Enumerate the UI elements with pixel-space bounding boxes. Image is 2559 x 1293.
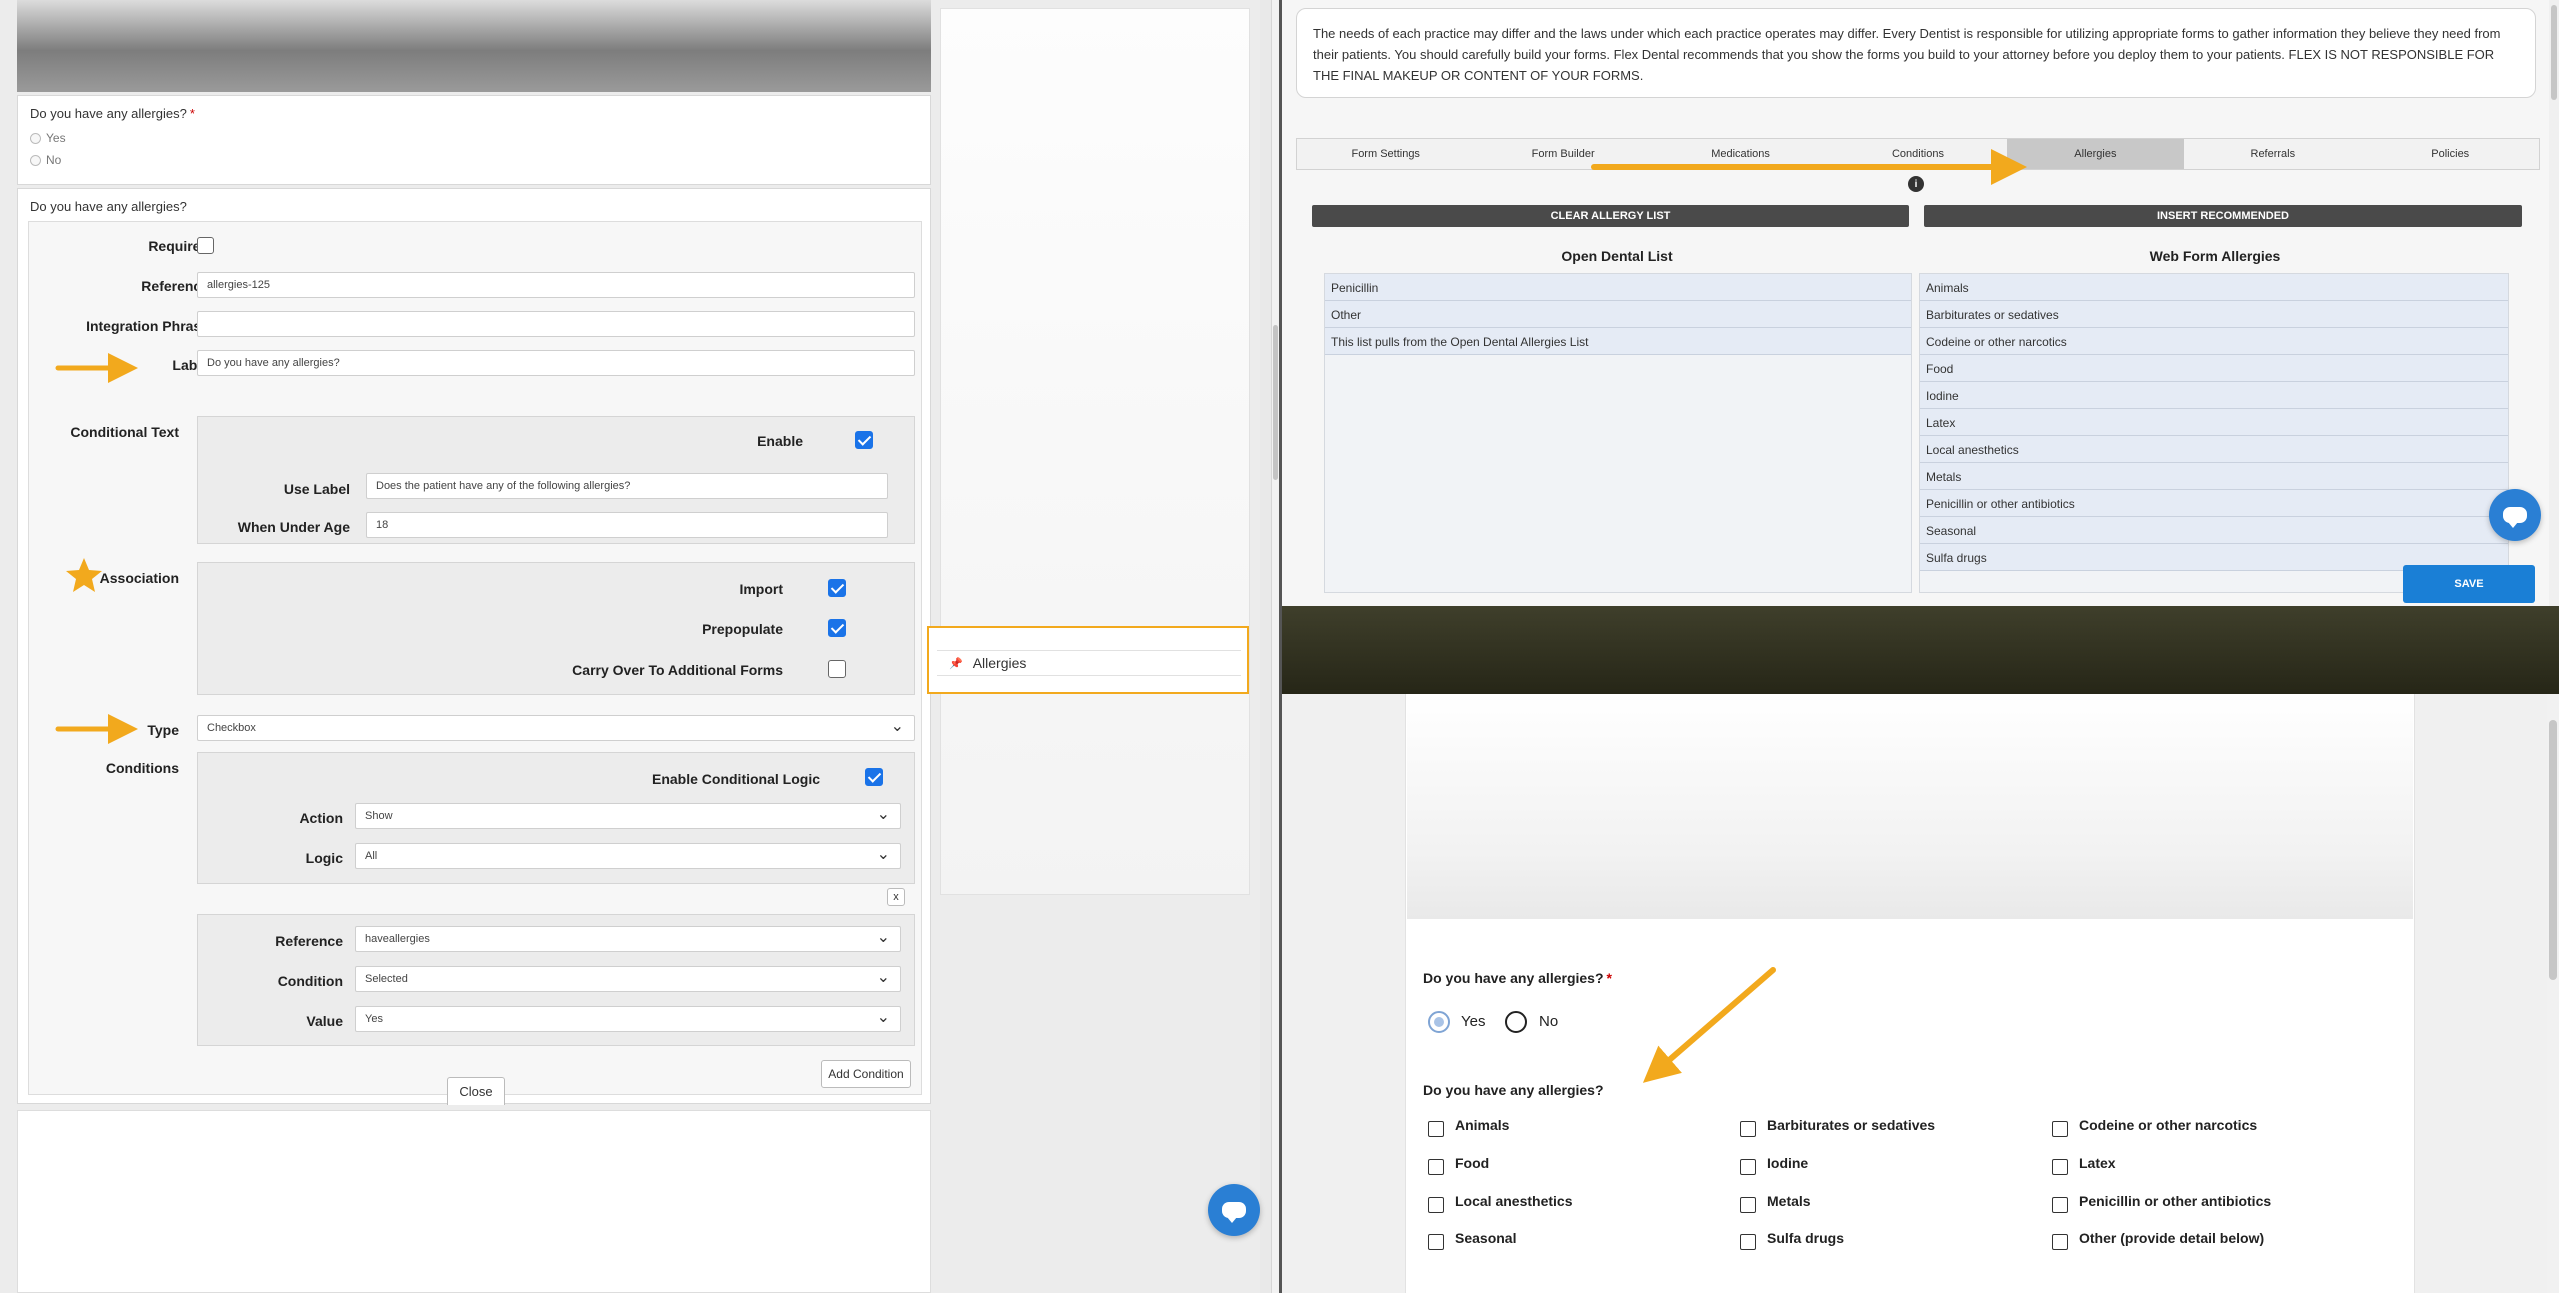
annotation-overlay — [55, 149, 2027, 1083]
star-icon — [66, 558, 102, 592]
arrow-icon — [1642, 967, 1776, 1083]
